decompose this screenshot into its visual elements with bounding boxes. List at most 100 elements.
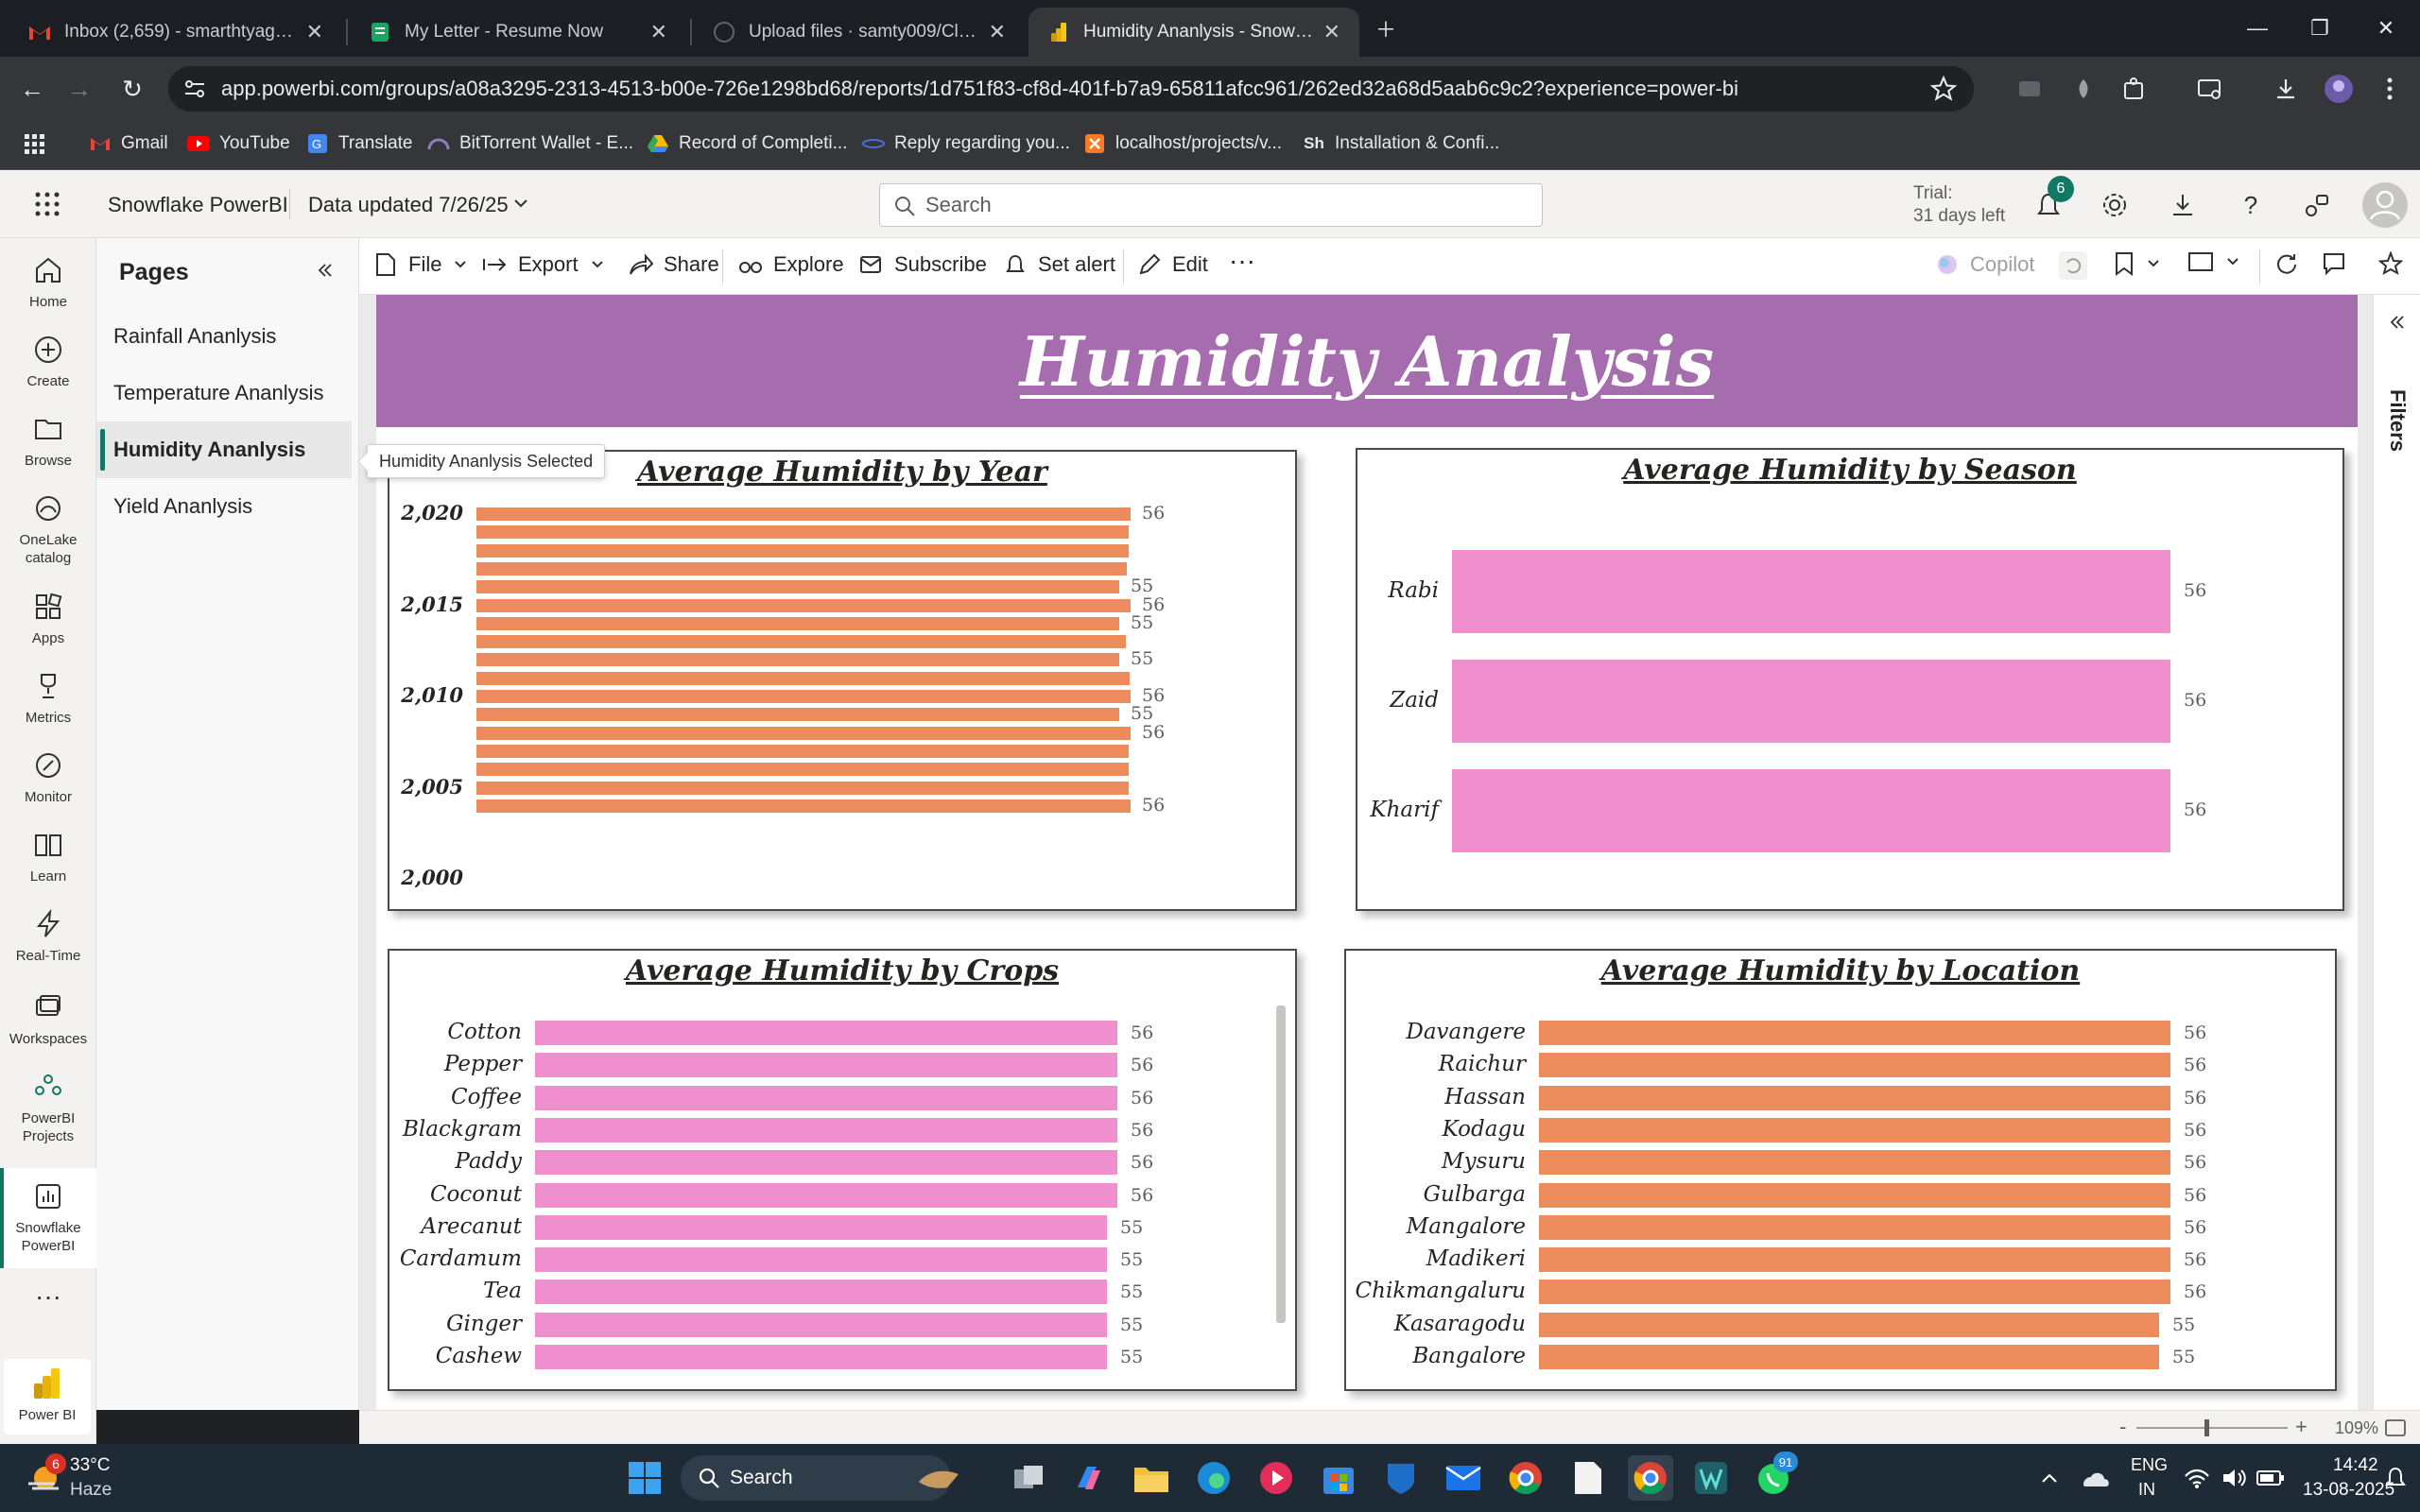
chart-humidity-by-year[interactable]: Average Humidity by Year 2,020 2,015 2,010… — [388, 450, 1297, 911]
nav-powerbi-projects[interactable]: PowerBI Projects — [0, 1068, 96, 1145]
file-explorer-icon[interactable] — [1129, 1455, 1174, 1501]
site-info-icon[interactable] — [182, 76, 208, 102]
clock-time[interactable]: 14:42 — [2333, 1455, 2378, 1476]
scrollbar[interactable] — [1276, 1005, 1286, 1323]
browser-tab-resume[interactable]: My Letter - Resume Now ✕ — [350, 8, 686, 57]
notifications-bell-icon[interactable]: 6 — [2031, 176, 2074, 223]
reload-icon[interactable]: ↻ — [113, 70, 151, 108]
copilot-taskbar-icon[interactable] — [1066, 1455, 1112, 1501]
nav-create[interactable]: Create — [0, 331, 96, 390]
bookmark-installation[interactable]: Sh Installation & Confi... — [1303, 132, 1499, 155]
chart-humidity-by-location[interactable]: Average Humidity by Location Davangere 56… — [1344, 949, 2337, 1391]
explore-button[interactable]: Explore — [737, 251, 844, 278]
bookmark-drive[interactable]: Record of Completi... — [647, 132, 847, 155]
search-input[interactable]: Search — [879, 183, 1543, 227]
chevron-up-icon[interactable] — [2027, 1455, 2072, 1501]
bookmark-reply[interactable]: Reply regarding you... — [862, 132, 1070, 155]
extension-icon[interactable] — [2066, 72, 2100, 106]
bookmark-localhost[interactable]: localhost/projects/v... — [1083, 132, 1282, 155]
browser-tab-gmail[interactable]: Inbox (2,659) - smarthtyagi441@ ✕ — [9, 8, 342, 57]
edge-browser-icon[interactable] — [1191, 1455, 1236, 1501]
nav-snowflake-powerbi[interactable]: Snowflake PowerBI — [0, 1168, 96, 1268]
bookmark-translate[interactable]: G Translate — [306, 132, 413, 155]
weather-icon[interactable]: 6 — [21, 1453, 66, 1501]
bookmark-bittorrent[interactable]: BitTorrent Wallet - E... — [427, 132, 633, 155]
refresh-icon[interactable] — [2274, 251, 2299, 276]
nav-realtime[interactable]: Real-Time — [0, 905, 96, 965]
undo-icon[interactable] — [2059, 251, 2087, 280]
back-arrow-icon[interactable]: ← — [13, 70, 51, 108]
chart-humidity-by-crops[interactable]: Average Humidity by Crops Cotton 56 Pepper… — [388, 949, 1297, 1391]
chrome-icon[interactable] — [1503, 1455, 1548, 1501]
export-menu[interactable]: Export — [482, 251, 605, 278]
zoom-level[interactable]: 109% — [2335, 1418, 2378, 1438]
zoom-out-button[interactable]: - — [2119, 1415, 2126, 1439]
browser-tab-powerbi[interactable]: Humidity Ananlysis - Snowflake ✕ — [1028, 8, 1359, 57]
help-icon[interactable]: ? — [2233, 187, 2269, 223]
close-icon[interactable]: ✕ — [306, 20, 323, 44]
nav-metrics[interactable]: Metrics — [0, 667, 96, 727]
forward-arrow-icon[interactable]: → — [60, 70, 98, 108]
page-yield[interactable]: Yield Ananlysis — [96, 478, 352, 535]
collapse-pane-icon[interactable] — [316, 261, 335, 280]
extension-icon[interactable] — [2014, 72, 2048, 106]
page-rainfall[interactable]: Rainfall Ananlysis — [96, 308, 352, 365]
favorite-star-icon[interactable] — [2378, 251, 2403, 276]
set-alert-button[interactable]: Set alert — [1002, 251, 1115, 278]
comment-icon[interactable] — [2322, 251, 2346, 276]
edit-button[interactable]: Edit — [1136, 251, 1208, 278]
battery-icon[interactable] — [2252, 1455, 2290, 1501]
profile-avatar[interactable] — [2322, 72, 2356, 106]
store-icon[interactable] — [1316, 1455, 1361, 1501]
volume-icon[interactable] — [2216, 1455, 2254, 1501]
close-window-button[interactable]: ✕ — [2358, 0, 2414, 57]
mail-icon[interactable] — [1441, 1455, 1486, 1501]
nav-browse[interactable]: Browse — [0, 410, 96, 470]
view-icon[interactable] — [2187, 251, 2240, 272]
settings-gear-icon[interactable] — [2097, 187, 2133, 223]
wifi-icon[interactable] — [2178, 1455, 2216, 1501]
nav-monitor[interactable]: Monitor — [0, 747, 96, 806]
workspace-name[interactable]: Snowflake PowerBI — [108, 193, 288, 217]
nav-apps[interactable]: Apps — [0, 588, 96, 647]
app-icon[interactable] — [1688, 1455, 1734, 1501]
chrome-active-icon[interactable] — [1628, 1455, 1673, 1501]
nav-onelake[interactable]: OneLake catalog — [0, 490, 96, 567]
language-label[interactable]: ENG — [2131, 1455, 2168, 1475]
download-icon[interactable] — [2165, 187, 2201, 223]
taskbar-search[interactable]: Search — [681, 1455, 959, 1501]
page-temperature[interactable]: Temperature Ananlysis — [96, 365, 352, 421]
language-region[interactable]: IN — [2138, 1480, 2155, 1500]
notification-center-icon[interactable] — [2378, 1455, 2412, 1501]
more-options-icon[interactable]: ··· — [1229, 246, 1255, 276]
nav-home[interactable]: Home — [0, 251, 96, 311]
chevron-down-icon[interactable] — [512, 195, 529, 212]
restore-button[interactable]: ❐ — [2291, 0, 2348, 57]
close-icon[interactable]: ✕ — [1323, 20, 1340, 44]
minimize-button[interactable]: — — [2229, 0, 2286, 57]
bookmark-star-icon[interactable] — [1930, 76, 1957, 102]
media-player-icon[interactable] — [1253, 1455, 1299, 1501]
extensions-puzzle-icon[interactable] — [2118, 72, 2152, 106]
share-feedback-icon[interactable] — [2299, 187, 2335, 223]
notepad-icon[interactable] — [1565, 1455, 1611, 1501]
vpn-shield-icon[interactable] — [1378, 1455, 1424, 1501]
app-launcher-icon[interactable] — [34, 191, 60, 217]
browser-tab-github[interactable]: Upload files · samty009/Cloud-I ✕ — [694, 8, 1025, 57]
windows-start-icon[interactable] — [622, 1455, 667, 1501]
zoom-slider-thumb[interactable] — [2204, 1419, 2209, 1436]
powerbi-experience-switcher[interactable]: Power BI — [4, 1359, 91, 1435]
close-icon[interactable]: ✕ — [650, 20, 667, 44]
user-avatar[interactable] — [2361, 181, 2409, 229]
cast-icon[interactable] — [2193, 72, 2227, 106]
subscribe-button[interactable]: Subscribe — [858, 251, 987, 278]
copilot-button[interactable]: Copilot — [1934, 251, 2034, 278]
page-humidity[interactable]: Humidity Ananlysis — [96, 421, 352, 478]
new-tab-button[interactable]: ＋ — [1357, 0, 1414, 57]
share-button[interactable]: Share — [628, 251, 719, 278]
more-menu-icon[interactable] — [2373, 72, 2407, 106]
nav-workspaces[interactable]: Workspaces — [0, 988, 96, 1048]
whatsapp-icon[interactable]: 91 — [1751, 1452, 1798, 1501]
download-icon[interactable] — [2269, 72, 2303, 106]
bookmark-gmail[interactable]: Gmail — [89, 132, 168, 155]
